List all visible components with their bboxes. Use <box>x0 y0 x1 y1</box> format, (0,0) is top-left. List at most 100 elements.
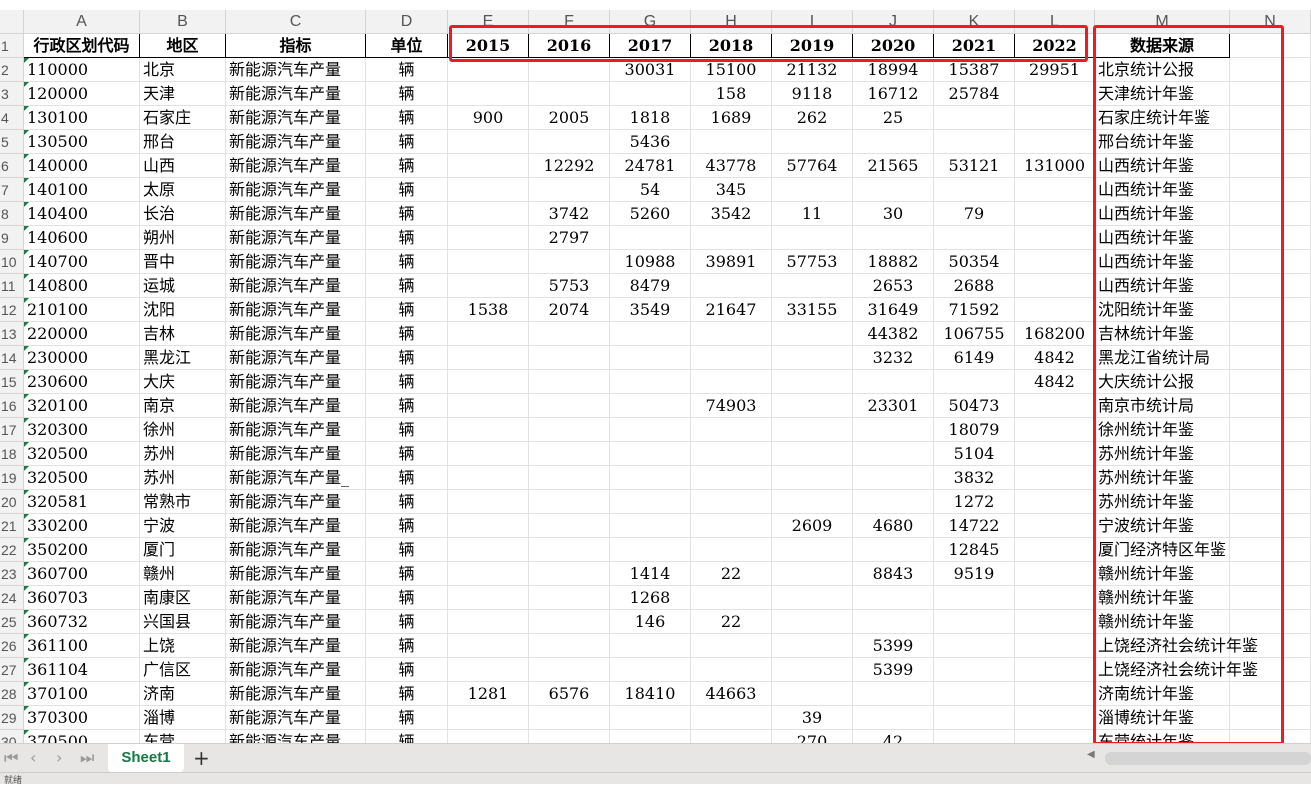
column-header-N[interactable]: N <box>1230 10 1311 34</box>
row-number[interactable]: 16 <box>0 394 24 418</box>
value-cell[interactable]: 39 <box>772 706 853 730</box>
value-cell[interactable]: 1272 <box>934 490 1015 514</box>
code-cell[interactable]: 140000 <box>24 154 140 178</box>
value-cell[interactable] <box>529 394 610 418</box>
header-cell[interactable]: 地区 <box>140 34 226 58</box>
code-cell[interactable]: 140800 <box>24 274 140 298</box>
header-cell[interactable]: 数据来源 <box>1095 34 1230 58</box>
value-cell[interactable] <box>529 370 610 394</box>
code-cell[interactable]: 130500 <box>24 130 140 154</box>
region-cell[interactable]: 南京 <box>140 394 226 418</box>
value-cell[interactable] <box>934 658 1015 682</box>
value-cell[interactable] <box>691 442 772 466</box>
value-cell[interactable] <box>529 466 610 490</box>
column-header-I[interactable]: I <box>772 10 853 34</box>
row-number[interactable]: 18 <box>0 442 24 466</box>
source-cell[interactable]: 山西统计年鉴 <box>1095 202 1230 226</box>
value-cell[interactable] <box>691 346 772 370</box>
header-cell[interactable]: 2021 <box>934 34 1015 58</box>
value-cell[interactable] <box>610 226 691 250</box>
value-cell[interactable] <box>691 466 772 490</box>
unit-cell[interactable]: 辆 <box>366 442 448 466</box>
value-cell[interactable] <box>448 226 529 250</box>
code-cell[interactable]: 320581 <box>24 490 140 514</box>
value-cell[interactable]: 270 <box>772 730 853 743</box>
value-cell[interactable] <box>1015 658 1095 682</box>
value-cell[interactable] <box>529 610 610 634</box>
row-number[interactable]: 28 <box>0 682 24 706</box>
unit-cell[interactable]: 辆 <box>366 730 448 743</box>
empty-cell[interactable] <box>1230 34 1311 58</box>
indicator-cell[interactable]: 新能源汽车产量 <box>226 82 366 106</box>
value-cell[interactable] <box>772 442 853 466</box>
unit-cell[interactable]: 辆 <box>366 298 448 322</box>
empty-cell[interactable] <box>1230 538 1311 562</box>
column-header-K[interactable]: K <box>934 10 1015 34</box>
value-cell[interactable] <box>691 538 772 562</box>
value-cell[interactable] <box>529 490 610 514</box>
value-cell[interactable] <box>529 706 610 730</box>
value-cell[interactable] <box>691 706 772 730</box>
unit-cell[interactable]: 辆 <box>366 370 448 394</box>
value-cell[interactable] <box>934 610 1015 634</box>
region-cell[interactable]: 济南 <box>140 682 226 706</box>
region-cell[interactable]: 运城 <box>140 274 226 298</box>
empty-cell[interactable] <box>1230 706 1311 730</box>
value-cell[interactable] <box>529 586 610 610</box>
value-cell[interactable]: 1538 <box>448 298 529 322</box>
value-cell[interactable] <box>529 82 610 106</box>
source-cell[interactable]: 吉林统计年鉴 <box>1095 322 1230 346</box>
unit-cell[interactable]: 辆 <box>366 394 448 418</box>
value-cell[interactable]: 24781 <box>610 154 691 178</box>
value-cell[interactable]: 2074 <box>529 298 610 322</box>
value-cell[interactable] <box>853 226 934 250</box>
value-cell[interactable] <box>853 442 934 466</box>
value-cell[interactable] <box>1015 298 1095 322</box>
region-cell[interactable]: 苏州 <box>140 442 226 466</box>
column-header-G[interactable]: G <box>610 10 691 34</box>
indicator-cell[interactable]: 新能源汽车产量 <box>226 346 366 370</box>
value-cell[interactable] <box>448 178 529 202</box>
value-cell[interactable] <box>1015 178 1095 202</box>
column-header-C[interactable]: C <box>226 10 366 34</box>
value-cell[interactable] <box>691 418 772 442</box>
value-cell[interactable] <box>448 58 529 82</box>
value-cell[interactable] <box>610 730 691 743</box>
code-cell[interactable]: 361100 <box>24 634 140 658</box>
value-cell[interactable]: 9519 <box>934 562 1015 586</box>
indicator-cell[interactable]: 新能源汽车产量_ <box>226 466 366 490</box>
column-header-A[interactable]: A <box>24 10 140 34</box>
region-cell[interactable]: 沈阳 <box>140 298 226 322</box>
value-cell[interactable] <box>610 658 691 682</box>
value-cell[interactable] <box>1015 538 1095 562</box>
empty-cell[interactable] <box>1230 58 1311 82</box>
value-cell[interactable]: 71592 <box>934 298 1015 322</box>
indicator-cell[interactable]: 新能源汽车产量 <box>226 418 366 442</box>
source-cell[interactable]: 大庆统计公报 <box>1095 370 1230 394</box>
source-cell[interactable]: 天津统计年鉴 <box>1095 82 1230 106</box>
column-header-L[interactable]: L <box>1015 10 1095 34</box>
row-number[interactable]: 5 <box>0 130 24 154</box>
value-cell[interactable]: 4680 <box>853 514 934 538</box>
indicator-cell[interactable]: 新能源汽车产量 <box>226 562 366 586</box>
value-cell[interactable]: 18882 <box>853 250 934 274</box>
value-cell[interactable] <box>1015 106 1095 130</box>
value-cell[interactable] <box>1015 442 1095 466</box>
source-cell[interactable]: 北京统计公报 <box>1095 58 1230 82</box>
source-cell[interactable]: 邢台统计年鉴 <box>1095 130 1230 154</box>
value-cell[interactable] <box>448 202 529 226</box>
value-cell[interactable]: 5260 <box>610 202 691 226</box>
scroll-left-icon[interactable]: ◀ <box>1087 749 1095 760</box>
value-cell[interactable]: 6576 <box>529 682 610 706</box>
region-cell[interactable]: 山西 <box>140 154 226 178</box>
value-cell[interactable] <box>610 418 691 442</box>
value-cell[interactable] <box>448 538 529 562</box>
value-cell[interactable] <box>691 514 772 538</box>
unit-cell[interactable]: 辆 <box>366 130 448 154</box>
row-number[interactable]: 1 <box>0 34 24 58</box>
region-cell[interactable]: 北京 <box>140 58 226 82</box>
value-cell[interactable] <box>610 634 691 658</box>
value-cell[interactable] <box>529 538 610 562</box>
value-cell[interactable] <box>853 706 934 730</box>
code-cell[interactable]: 140400 <box>24 202 140 226</box>
